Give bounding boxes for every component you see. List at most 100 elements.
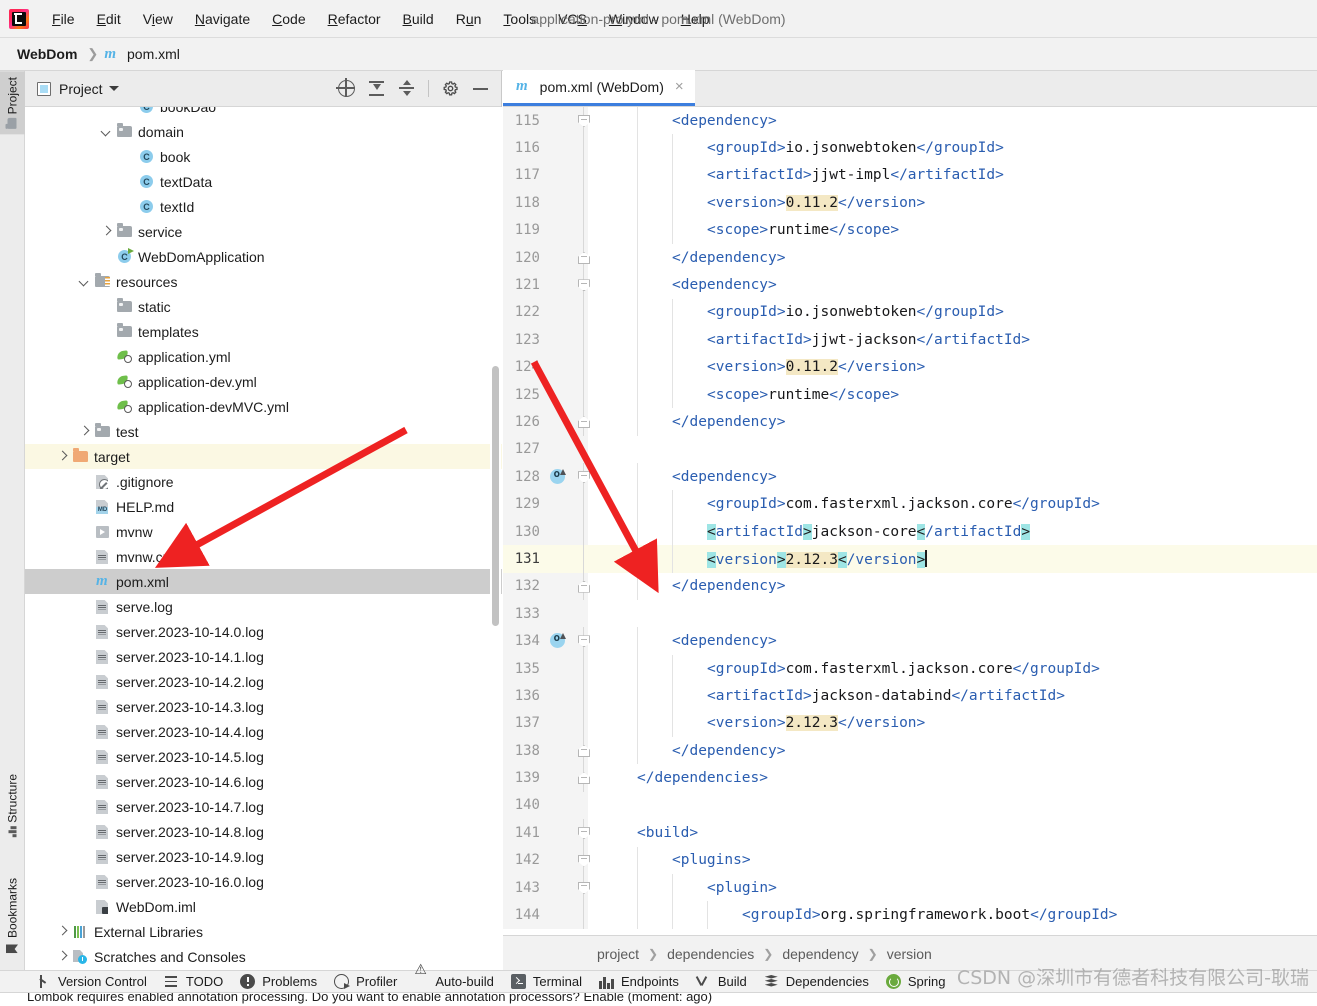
gutter[interactable]: 125 [503,380,588,409]
gutter[interactable]: 143 [503,873,588,902]
settings-gear-icon[interactable] [442,80,459,97]
expand-arrow-icon[interactable] [55,949,70,964]
gutter[interactable]: 132 [503,572,588,601]
code-line-116[interactable]: 116 <groupId>io.jsonwebtoken</groupId> [503,134,1317,162]
code-line-131[interactable]: 131 <version>2.12.3</version> [503,545,1317,573]
expand-all-icon[interactable] [398,80,415,97]
tree-item-server.2023-10-14.7.log[interactable]: server.2023-10-14.7.log [25,794,502,819]
menu-item-code[interactable]: Code [261,7,316,31]
gutter[interactable]: 116 [503,134,588,162]
gutter[interactable]: 121 [503,271,588,299]
tree-item-scratches-and-consoles[interactable]: Scratches and Consoles [25,944,502,969]
fold-region[interactable] [577,600,590,627]
update-available-icon[interactable] [550,467,566,485]
code-text[interactable]: <dependency> [588,469,1317,485]
tree-item-domain[interactable]: domain [25,119,502,144]
code-line-133[interactable]: 133 [503,600,1317,628]
code-line-129[interactable]: 129 <groupId>com.fasterxml.jackson.core</… [503,490,1317,518]
tree-item-bookdao[interactable]: CbookDao [25,107,502,119]
update-available-icon[interactable] [550,631,566,649]
bottom-tool-spring[interactable]: Spring [882,972,959,991]
code-text[interactable]: </dependencies> [588,770,1317,786]
tree-item-webdom.iml[interactable]: WebDom.iml [25,894,502,919]
menu-item-help[interactable]: Help [670,7,721,31]
menu-item-vcs[interactable]: VCS [547,7,598,31]
menu-item-view[interactable]: View [132,7,184,31]
tree-item-mvnw[interactable]: mvnw [25,519,502,544]
expand-arrow-icon[interactable] [77,424,92,439]
code-text[interactable]: <version>2.12.3</version> [588,549,1317,568]
expand-arrow-icon[interactable] [55,924,70,939]
gutter[interactable]: 133 [503,600,590,628]
gutter[interactable]: 127 [503,435,590,464]
gutter[interactable]: 140 [503,791,588,820]
tree-item-help.md[interactable]: MD HELP.md [25,494,502,519]
gutter[interactable]: 137 [503,709,588,737]
tree-item-templates[interactable]: templates [25,319,502,344]
code-line-142[interactable]: 142 <plugins> [503,846,1317,874]
code-line-117[interactable]: 117 <artifactId>jjwt-impl</artifactId> [503,161,1317,190]
tree-item-book[interactable]: Cbook [25,144,502,169]
code-line-115[interactable]: 115 <dependency> [503,107,1317,135]
code-text[interactable]: <version>0.11.2</version> [588,194,1317,211]
tree-item-server.2023-10-14.9.log[interactable]: server.2023-10-14.9.log [25,844,502,869]
gutter[interactable]: 142 [503,846,588,874]
gutter[interactable]: 117 [503,161,588,190]
project-tree[interactable]: CbookDaodomainCbookCtextDataCtextIdservi… [25,107,502,971]
code-text[interactable]: <scope>runtime</scope> [588,222,1317,238]
menu-item-refactor[interactable]: Refactor [317,7,392,31]
tree-item-server.2023-10-14.1.log[interactable]: server.2023-10-14.1.log [25,644,502,669]
fold-region[interactable] [577,436,590,463]
collapse-arrow-icon[interactable] [99,124,114,139]
code-line-120[interactable]: 120 </dependency> [503,243,1317,272]
navbar-file[interactable]: pom.xml [123,44,184,64]
tree-item-textdata[interactable]: CtextData [25,169,502,194]
code-text[interactable]: <groupId>io.jsonwebtoken</groupId> [588,304,1317,320]
code-line-124[interactable]: 124 <version>0.11.2</version> [503,353,1317,381]
breadcrumb-version[interactable]: version [883,945,936,963]
code-line-123[interactable]: 123 <artifactId>jjwt-jackson</artifactId> [503,326,1317,354]
tree-item-external-libraries[interactable]: External Libraries [25,919,502,944]
code-line-136[interactable]: 136 <artifactId>jackson-databind</artifac… [503,682,1317,710]
tree-item-server.2023-10-14.3.log[interactable]: server.2023-10-14.3.log [25,694,502,719]
bottom-tool-todo[interactable]: TODO [160,972,236,991]
menu-item-build[interactable]: Build [392,7,445,31]
breadcrumb-dependency[interactable]: dependency [778,945,862,963]
menu-item-run[interactable]: Run [445,7,493,31]
gutter[interactable]: 128 [503,463,588,491]
code-text[interactable]: <dependency> [588,633,1317,649]
collapse-all-icon[interactable] [368,80,385,97]
gutter[interactable]: 131 [503,545,588,573]
tab-pom-xml[interactable]: m pom.xml (WebDom) × [503,70,695,106]
code-text[interactable]: <artifactId>jackson-core</artifactId> [588,523,1317,540]
tree-item-server.2023-10-14.4.log[interactable]: server.2023-10-14.4.log [25,719,502,744]
code-line-125[interactable]: 125 <scope>runtime</scope> [503,380,1317,409]
gutter[interactable]: 119 [503,216,588,244]
bottom-tool-profiler[interactable]: Profiler [330,972,410,991]
code-text[interactable]: <groupId>com.fasterxml.jackson.core</gro… [588,661,1317,677]
code-line-143[interactable]: 143 <plugin> [503,873,1317,902]
code-text[interactable]: <build> [588,825,1317,841]
code-line-127[interactable]: 127 [503,435,1317,464]
code-text[interactable]: <groupId>org.springframework.boot</group… [588,907,1317,923]
gutter[interactable]: 123 [503,326,588,354]
collapse-arrow-icon[interactable] [77,274,92,289]
menu-item-tools[interactable]: Tools [492,7,547,31]
tree-item-application-devmvc.yml[interactable]: application-devMVC.yml [25,394,502,419]
gutter[interactable]: 130 [503,517,588,546]
gutter[interactable]: 134 [503,627,588,655]
code-text[interactable]: <plugin> [588,880,1317,896]
bottom-tool-build[interactable]: Build [692,972,760,991]
code-line-135[interactable]: 135 <groupId>com.fasterxml.jackson.core</… [503,654,1317,683]
code-line-128[interactable]: 128 <dependency> [503,463,1317,491]
code-line-139[interactable]: 139 </dependencies> [503,764,1317,792]
tree-item-.gitignore[interactable]: .gitignore [25,469,502,494]
gutter[interactable]: 118 [503,189,588,217]
tree-item-server.2023-10-14.8.log[interactable]: server.2023-10-14.8.log [25,819,502,844]
project-tree-scrollbar[interactable] [490,366,501,626]
gutter[interactable]: 139 [503,764,588,792]
tree-item-server.2023-10-14.6.log[interactable]: server.2023-10-14.6.log [25,769,502,794]
hide-icon[interactable] [472,80,489,97]
menu-item-file[interactable]: File [41,7,86,31]
gutter[interactable]: 124 [503,353,588,381]
